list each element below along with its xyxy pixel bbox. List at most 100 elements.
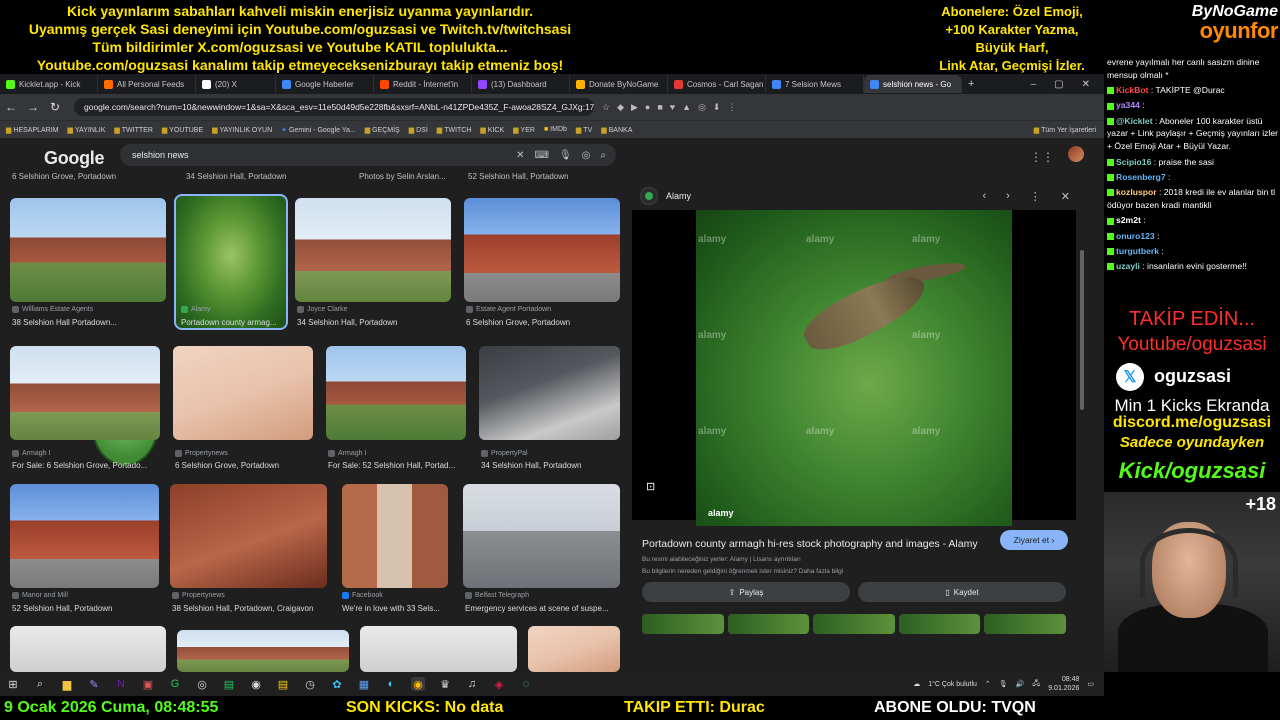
edge-icon[interactable]: ◐ (384, 677, 398, 691)
tray-chevron-icon[interactable]: ⌃ (985, 680, 991, 688)
extension-icon[interactable]: ◎ (698, 102, 706, 113)
image-result[interactable] (528, 626, 620, 672)
mic-icon[interactable]: 🎙 (999, 680, 1008, 688)
tab-reddit[interactable]: Reddit - İnternet'in (374, 75, 472, 93)
image-result[interactable] (170, 484, 327, 588)
image-result[interactable] (10, 626, 166, 672)
star-icon[interactable]: ☆ (602, 102, 610, 113)
clear-icon[interactable]: ✕ (516, 150, 524, 161)
file-explorer-icon[interactable]: ▆ (60, 677, 74, 691)
image-result[interactable] (342, 484, 448, 588)
chat-user[interactable]: ya344 (1116, 100, 1140, 110)
volume-icon[interactable]: 🔊 (1016, 680, 1025, 688)
app-icon[interactable]: ◎ (195, 677, 209, 691)
bookmark-link[interactable]: ■ IMDb (544, 126, 567, 133)
tab-kicklet[interactable]: Kicklet.app - Kick (0, 75, 98, 93)
image-result[interactable] (479, 346, 620, 440)
bookmark-folder[interactable]: ▆ KICK (480, 126, 504, 134)
tab-feeds[interactable]: All Personal Feeds (98, 75, 196, 93)
share-button[interactable]: ⇪ Paylaş (642, 582, 850, 602)
chat-user[interactable]: onuro123 (1116, 231, 1155, 241)
download-icon[interactable]: ⬇ (713, 102, 721, 113)
preview-title[interactable]: Portadown county armagh hi-res stock pho… (642, 538, 982, 550)
image-result[interactable] (326, 346, 466, 440)
minimize-icon[interactable]: – (1031, 79, 1037, 90)
result-title[interactable]: 38 Selshion Hall Portadown... (12, 318, 162, 327)
weather-icon[interactable]: ☁ (913, 680, 920, 688)
bookmark-folder[interactable]: ▆ YER (513, 126, 535, 134)
image-result[interactable] (173, 346, 313, 440)
app-icon[interactable]: ✿ (330, 677, 344, 691)
search-icon[interactable]: ⌕ (600, 150, 606, 161)
mic-icon[interactable]: 🎙 (559, 150, 572, 161)
related-image[interactable] (813, 614, 895, 634)
start-icon[interactable]: ⊞ (6, 677, 20, 691)
tab-google-search[interactable]: selshion news - Go (864, 75, 962, 93)
image-result[interactable] (177, 630, 349, 672)
app-icon[interactable]: ▦ (357, 677, 371, 691)
chat-user[interactable]: Rosenberg7 (1116, 172, 1166, 182)
app-icon[interactable]: ▤ (222, 677, 236, 691)
weather-text[interactable]: 1°C Çok bulutlu (928, 681, 977, 688)
keyboard-icon[interactable]: ⌨ (535, 150, 549, 161)
result-title[interactable]: Emergency services at scene of suspe... (465, 604, 620, 613)
result-title[interactable]: 6 Selshion Grove, Portadown (175, 461, 315, 470)
clock[interactable]: 08:48 9.01.2026 (1048, 675, 1079, 693)
back-icon[interactable]: ← (0, 100, 22, 114)
close-preview-icon[interactable]: ✕ (1061, 190, 1070, 203)
preview-source[interactable]: Alamy (666, 191, 691, 201)
tab-cosmos[interactable]: Cosmos - Carl Sagan (668, 75, 766, 93)
extension-icon[interactable]: ▶ (631, 102, 638, 113)
save-button[interactable]: ▯ Kaydet (858, 582, 1066, 602)
bookmark-folder[interactable]: ▆ YAYINLIK OYUN (212, 126, 272, 134)
bookmark-folder[interactable]: ▆ BANKA (601, 126, 632, 134)
image-result[interactable] (464, 198, 620, 302)
lens-icon[interactable]: ◎ (582, 150, 591, 161)
preview-scrollbar[interactable] (1080, 250, 1084, 410)
app-icon[interactable]: G (168, 677, 182, 691)
more-icon[interactable]: ⋮ (1030, 190, 1041, 203)
notification-icon[interactable]: ▭ (1087, 680, 1094, 688)
result-title[interactable]: 6 Selshion Grove, Portadown (466, 318, 622, 327)
extension-icon[interactable]: ● (645, 102, 650, 113)
bookmark-folder[interactable]: ▆ TWITTER (114, 126, 153, 134)
obs-icon[interactable]: ◈ (492, 677, 506, 691)
app-icon[interactable]: ✎ (87, 677, 101, 691)
image-result[interactable] (10, 198, 166, 302)
chat-user[interactable]: kozluspor (1116, 187, 1157, 197)
chat-user[interactable]: uzayli (1116, 261, 1140, 271)
chrome-icon[interactable]: ◉ (411, 677, 425, 691)
extension-icon[interactable]: ◆ (617, 102, 624, 113)
result-title[interactable]: 34 Selshion Hall, Portadown (297, 318, 453, 327)
url-input[interactable]: google.com/search?num=10&newwindow=1&sa=… (74, 98, 594, 116)
extension-icon[interactable]: ▲ (682, 102, 691, 113)
app-icon[interactable]: ♫ (465, 677, 479, 691)
image-result[interactable] (10, 346, 160, 440)
result-title[interactable]: Portadown county armag... (181, 318, 285, 327)
google-logo[interactable]: Google (44, 148, 105, 169)
network-icon[interactable]: 🖧 (1032, 679, 1040, 690)
tab-donate[interactable]: Donate ByNoGame (570, 75, 668, 93)
bookmark-folder[interactable]: ▆ YAYINLIK (68, 126, 106, 134)
result-title[interactable]: We're in love with 33 Sels... (342, 604, 448, 613)
chat-user[interactable]: KickBot (1116, 85, 1148, 95)
bookmark-link[interactable]: ✦ Gemini - Google Ya... (281, 126, 356, 134)
all-bookmarks[interactable]: ▆ Tüm Yer İşaretleri (1034, 126, 1104, 134)
bookmark-folder[interactable]: ▆ DSİ (409, 126, 428, 134)
related-image[interactable] (984, 614, 1066, 634)
chat-user[interactable]: s2m2t (1116, 215, 1141, 225)
bookmark-folder[interactable]: ▆ GEÇMİŞ (365, 126, 400, 134)
forward-icon[interactable]: → (22, 100, 44, 114)
result-title[interactable]: 52 Selshion Hall, Portadown (12, 604, 160, 613)
chat-user[interactable]: @Kicklet (1116, 116, 1153, 126)
app-icon[interactable]: ◌ (519, 677, 533, 691)
preview-image[interactable]: alamy alamy alamy alamy alamy alamy alam… (696, 210, 1012, 526)
tab-x[interactable]: (20) X (196, 75, 276, 93)
maximize-icon[interactable]: ▢ (1054, 79, 1063, 90)
extension-icon[interactable]: ♥ (670, 102, 675, 113)
tab-dashboard[interactable]: (13) Dashboard (472, 75, 570, 93)
extension-icon[interactable]: ■ (657, 102, 662, 113)
result-title[interactable]: For Sale: 52 Selshion Hall, Portad... (328, 461, 466, 470)
close-icon[interactable]: ✕ (1082, 79, 1090, 90)
apps-grid-icon[interactable]: ⋮⋮ (1030, 150, 1054, 164)
